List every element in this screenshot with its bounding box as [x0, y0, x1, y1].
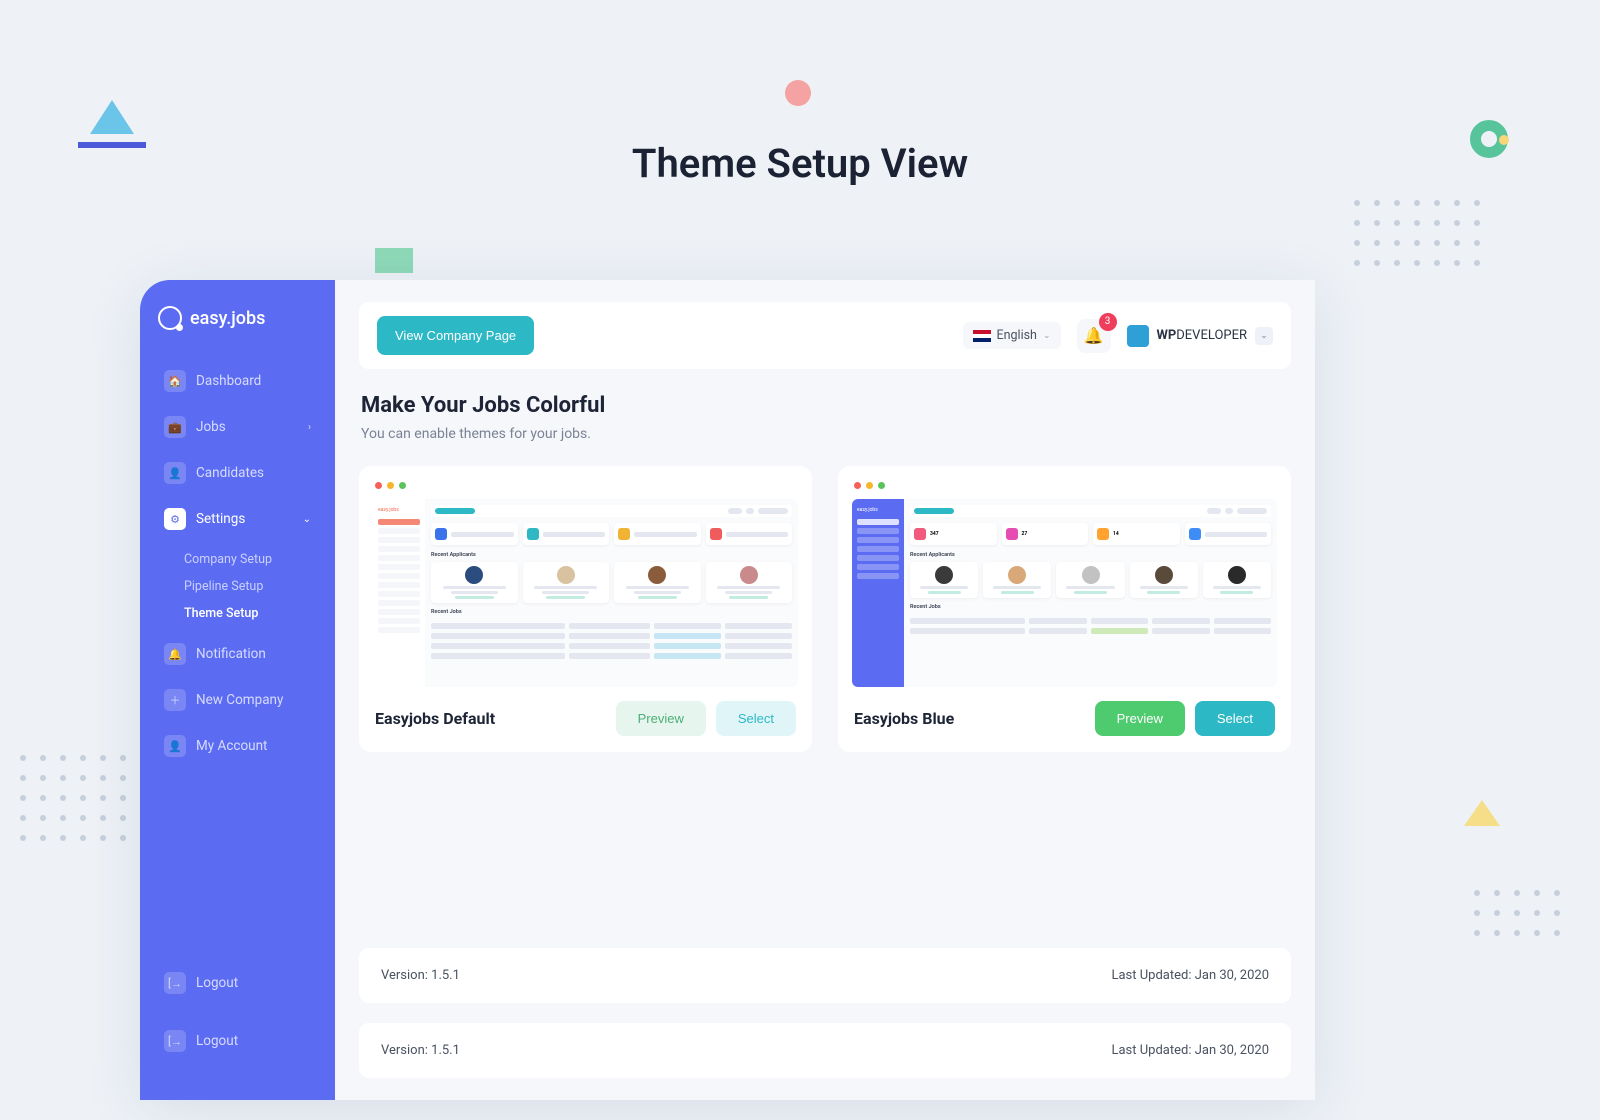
- version-label: Version: 1.5.1: [381, 968, 460, 983]
- mac-dots-icon: [373, 480, 798, 499]
- notification-button[interactable]: 🔔 3: [1077, 319, 1111, 353]
- mini-stat: 14: [1113, 531, 1119, 537]
- subnav-pipeline-setup[interactable]: Pipeline Setup: [184, 573, 335, 600]
- sidebar: easy.jobs 🏠 Dashboard 💼 Jobs › 👤 Candida…: [140, 280, 335, 1100]
- main-content: View Company Page English ⌄ 🔔 3 WPDEVELO…: [335, 280, 1315, 1100]
- sidebar-item-label: Logout: [196, 975, 238, 991]
- sidebar-nav: 🏠 Dashboard 💼 Jobs › 👤 Candidates ⚙ Sett…: [140, 360, 335, 544]
- chevron-down-icon: ⌄: [1255, 327, 1273, 345]
- deco-dot-grid: [20, 755, 146, 841]
- sidebar-item-label: Candidates: [196, 465, 264, 481]
- deco-triangle-icon: [1464, 800, 1500, 826]
- mini-recent-jobs: Recent Jobs: [431, 609, 792, 615]
- last-updated-label: Last Updated: Jan 30, 2020: [1111, 968, 1269, 983]
- app-window: easy.jobs 🏠 Dashboard 💼 Jobs › 👤 Candida…: [140, 280, 1315, 1100]
- sidebar-item-dashboard[interactable]: 🏠 Dashboard: [154, 360, 321, 402]
- mini-recent-jobs: Recent Jobs: [910, 604, 1271, 610]
- theme-card-blue: easy.jobs 347 27 14 Recent Applicants: [838, 466, 1291, 752]
- gear-icon: ⚙: [164, 508, 186, 530]
- theme-preview-default: easy.jobs Recent Applicants: [373, 499, 798, 687]
- sidebar-item-my-account[interactable]: 👤 My Account: [154, 725, 321, 767]
- theme-name: Easyjobs Blue: [854, 709, 954, 728]
- mini-stat: 347: [930, 531, 939, 537]
- select-button[interactable]: Select: [716, 701, 796, 736]
- preview-button[interactable]: Preview: [1095, 701, 1185, 736]
- subnav-theme-setup[interactable]: Theme Setup: [184, 600, 335, 627]
- settings-subnav: Company Setup Pipeline Setup Theme Setup: [140, 544, 335, 633]
- last-updated-label: Last Updated: Jan 30, 2020: [1111, 1043, 1269, 1058]
- brand-logo-icon: [158, 306, 182, 330]
- chevron-down-icon: ⌄: [1043, 331, 1051, 341]
- org-logo-icon: [1127, 325, 1149, 347]
- deco-triangle-icon: [90, 100, 134, 134]
- sidebar-item-new-company[interactable]: ＋ New Company: [154, 679, 321, 721]
- deco-dot-grid: [1354, 200, 1480, 266]
- deco-dot-grid: [1474, 890, 1560, 936]
- sidebar-item-jobs[interactable]: 💼 Jobs ›: [154, 406, 321, 448]
- mini-recent-applicants: Recent Applicants: [910, 552, 1271, 558]
- org-selector[interactable]: WPDEVELOPER ⌄: [1127, 325, 1274, 347]
- mac-dots-icon: [852, 480, 1277, 499]
- user-icon: 👤: [164, 462, 186, 484]
- topbar: View Company Page English ⌄ 🔔 3 WPDEVELO…: [359, 302, 1291, 369]
- brand[interactable]: easy.jobs: [140, 306, 335, 360]
- sidebar-item-label: Jobs: [196, 419, 226, 435]
- sidebar-item-settings[interactable]: ⚙ Settings ⌄: [154, 498, 321, 540]
- sidebar-item-candidates[interactable]: 👤 Candidates: [154, 452, 321, 494]
- heading-subtitle: You can enable themes for your jobs.: [361, 426, 1289, 442]
- theme-preview-blue: easy.jobs 347 27 14 Recent Applicants: [852, 499, 1277, 687]
- mini-brand: easy.jobs: [857, 505, 899, 516]
- sidebar-nav-lower: 🔔 Notification ＋ New Company 👤 My Accoun…: [140, 633, 335, 771]
- sidebar-item-notification[interactable]: 🔔 Notification: [154, 633, 321, 675]
- select-button[interactable]: Select: [1195, 701, 1275, 736]
- language-label: English: [997, 328, 1037, 343]
- brand-name: easy.jobs: [190, 308, 265, 329]
- heading: Make Your Jobs Colorful You can enable t…: [359, 389, 1291, 446]
- version-row: Version: 1.5.1 Last Updated: Jan 30, 202…: [359, 948, 1291, 1003]
- org-name: WPDEVELOPER: [1157, 328, 1248, 343]
- sidebar-item-label: My Account: [196, 738, 267, 754]
- person-icon: 👤: [164, 735, 186, 757]
- preview-button[interactable]: Preview: [616, 701, 706, 736]
- mini-brand: easy.jobs: [378, 505, 420, 516]
- mini-stat: 27: [1022, 531, 1028, 537]
- sidebar-item-label: Settings: [196, 511, 245, 527]
- theme-grid: easy.jobs Recent Applicants: [359, 466, 1291, 752]
- sidebar-item-label: Notification: [196, 646, 266, 662]
- theme-name: Easyjobs Default: [375, 709, 495, 728]
- language-selector[interactable]: English ⌄: [963, 322, 1061, 349]
- deco-circle-icon: [785, 80, 811, 106]
- home-icon: 🏠: [164, 370, 186, 392]
- version-row: Version: 1.5.1 Last Updated: Jan 30, 202…: [359, 1023, 1291, 1078]
- page-title: Theme Setup View: [0, 140, 1600, 187]
- logout-icon: [→: [164, 1030, 186, 1052]
- logout-icon: [→: [164, 972, 186, 994]
- bell-icon: 🔔: [164, 643, 186, 665]
- plus-icon: ＋: [164, 689, 186, 711]
- sidebar-item-logout[interactable]: [→ Logout: [154, 956, 321, 1010]
- briefcase-icon: 💼: [164, 416, 186, 438]
- sidebar-item-label: New Company: [196, 692, 283, 708]
- notification-badge: 3: [1099, 313, 1117, 331]
- mini-recent-applicants: Recent Applicants: [431, 552, 792, 558]
- theme-card-default: easy.jobs Recent Applicants: [359, 466, 812, 752]
- chevron-right-icon: ›: [308, 422, 311, 433]
- sidebar-footer: [→ Logout [→ Logout: [140, 940, 335, 1100]
- bell-icon: 🔔: [1084, 326, 1104, 345]
- flag-uk-icon: [973, 330, 991, 342]
- sidebar-item-label: Logout: [196, 1033, 238, 1049]
- sidebar-item-label: Dashboard: [196, 373, 261, 389]
- deco-square-icon: [375, 248, 413, 273]
- heading-title: Make Your Jobs Colorful: [361, 393, 1289, 418]
- sidebar-item-logout[interactable]: [→ Logout: [154, 1014, 321, 1068]
- version-label: Version: 1.5.1: [381, 1043, 460, 1058]
- view-company-page-button[interactable]: View Company Page: [377, 316, 534, 355]
- chevron-down-icon: ⌄: [303, 514, 311, 525]
- subnav-company-setup[interactable]: Company Setup: [184, 546, 335, 573]
